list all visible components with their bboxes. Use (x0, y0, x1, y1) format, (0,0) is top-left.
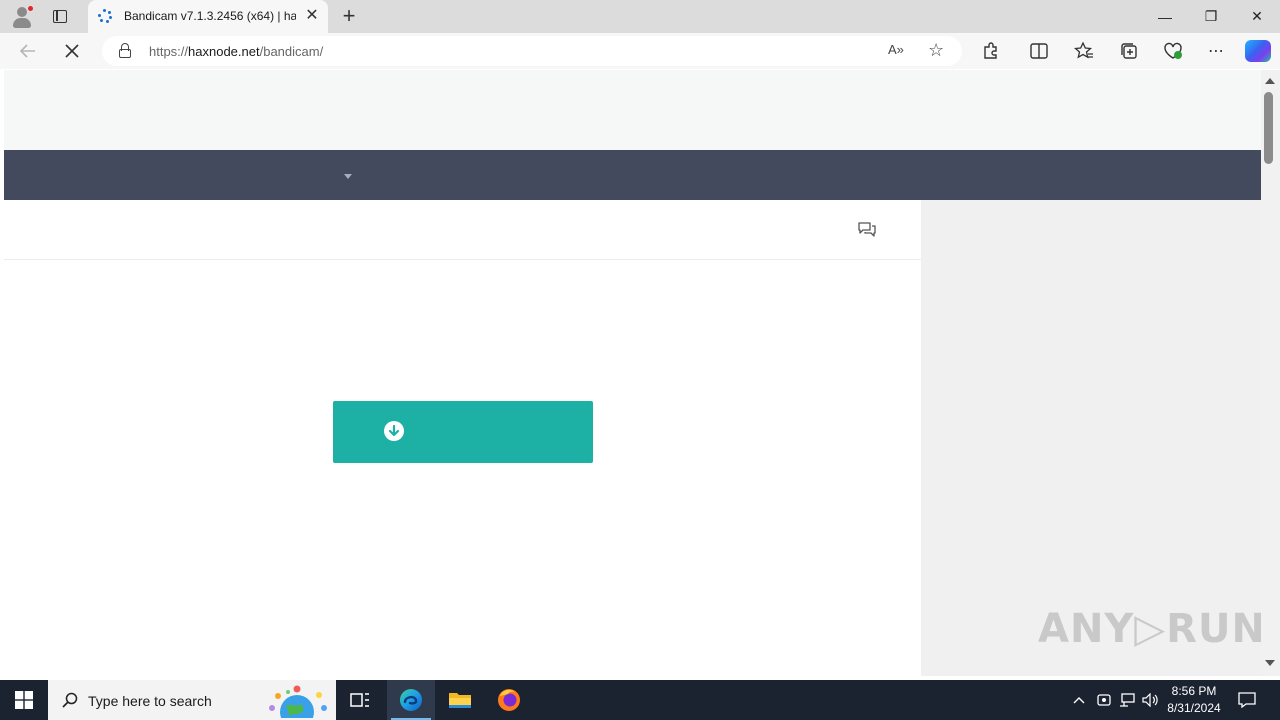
search-placeholder: Type here to search (88, 693, 212, 709)
start-button[interactable] (0, 680, 48, 720)
favorites-icon[interactable] (1073, 41, 1095, 61)
close-x-icon (65, 44, 79, 58)
taskbar-search-box[interactable]: Type here to search (48, 680, 336, 720)
windows-logo-icon (15, 691, 33, 709)
copilot-icon[interactable] (1245, 40, 1271, 62)
restore-button[interactable]: ❐ (1188, 0, 1234, 33)
post-meta-bar (4, 200, 921, 260)
download-button[interactable] (333, 401, 593, 463)
back-arrow-icon (20, 44, 35, 58)
main-content (4, 200, 921, 676)
taskbar-clock[interactable]: 8:56 PM 8/31/2024 (1162, 683, 1226, 717)
tab-bandicam[interactable]: Bandicam v7.1.3.2456 (x64) | haxNode ✕ (88, 0, 328, 33)
page-scrollbar[interactable] (1261, 70, 1280, 676)
scroll-down-icon[interactable] (1265, 660, 1275, 666)
tab-title: Bandicam v7.1.3.2456 (x64) | haxNode (124, 9, 296, 23)
search-highlight-globe-icon (269, 685, 327, 718)
address-bar[interactable]: https://haxnode.net/bandicam/ A» ☆ (102, 36, 962, 66)
close-window-button[interactable]: ✕ (1234, 0, 1280, 33)
split-screen-icon[interactable] (1028, 41, 1050, 61)
browser-essentials-icon[interactable] (1162, 41, 1184, 61)
download-arrow-icon (384, 421, 404, 441)
close-tab-icon[interactable]: ✕ (302, 6, 322, 26)
clock-date: 8/31/2024 (1167, 701, 1221, 715)
taskbar-file-explorer-button[interactable] (436, 680, 484, 720)
url-text[interactable]: https://haxnode.net/bandicam/ (149, 44, 323, 59)
sidebar (921, 200, 1261, 676)
stop-loading-button[interactable] (58, 38, 86, 64)
volume-icon[interactable] (1140, 680, 1162, 720)
page-viewport (4, 70, 1261, 676)
firefox-icon (498, 689, 520, 711)
task-view-button[interactable] (336, 680, 384, 720)
camera-privacy-icon[interactable] (1094, 680, 1114, 720)
taskbar-firefox-button[interactable] (485, 680, 533, 720)
collections-icon[interactable] (1118, 41, 1140, 61)
anyrun-watermark: ANY▷RUN (1038, 606, 1266, 652)
browser-toolbar: https://haxnode.net/bandicam/ A» ☆ ⋯ (0, 33, 1280, 69)
extensions-icon[interactable] (980, 41, 1002, 61)
show-hidden-icons-chevron-icon[interactable] (1068, 680, 1090, 720)
network-icon[interactable] (1116, 680, 1138, 720)
search-icon (62, 692, 78, 708)
more-options-icon[interactable]: ⋯ (1205, 41, 1227, 61)
favorite-star-icon[interactable]: ☆ (928, 40, 944, 60)
back-button[interactable] (14, 38, 42, 64)
new-tab-button[interactable]: + (338, 4, 360, 28)
loading-spinner-icon (98, 9, 112, 23)
task-view-icon (350, 693, 369, 707)
windows-taskbar: Type here to search 8:56 PM 8/31/2024 (0, 680, 1280, 720)
scroll-up-icon[interactable] (1265, 78, 1275, 84)
minimize-button[interactable]: — (1142, 0, 1188, 33)
browser-tab-strip: Bandicam v7.1.3.2456 (x64) | haxNode ✕ +… (0, 0, 1280, 33)
edge-browser-icon (400, 689, 422, 711)
comments-icon[interactable] (857, 221, 877, 239)
dropdown-caret-icon[interactable] (344, 174, 352, 179)
profile-avatar-icon[interactable] (10, 5, 34, 29)
window-controls: — ❐ ✕ (1142, 0, 1280, 33)
scrollbar-thumb[interactable] (1264, 92, 1273, 164)
read-aloud-icon[interactable]: A» (888, 42, 904, 57)
clock-time: 8:56 PM (1171, 684, 1217, 698)
tab-actions-icon[interactable] (50, 7, 70, 25)
site-header (4, 70, 1261, 150)
taskbar-edge-button[interactable] (387, 680, 435, 720)
notifications-icon[interactable] (1236, 680, 1258, 720)
site-navigation-bar (4, 150, 1261, 200)
lock-icon[interactable] (118, 43, 132, 58)
folder-icon (449, 693, 471, 708)
